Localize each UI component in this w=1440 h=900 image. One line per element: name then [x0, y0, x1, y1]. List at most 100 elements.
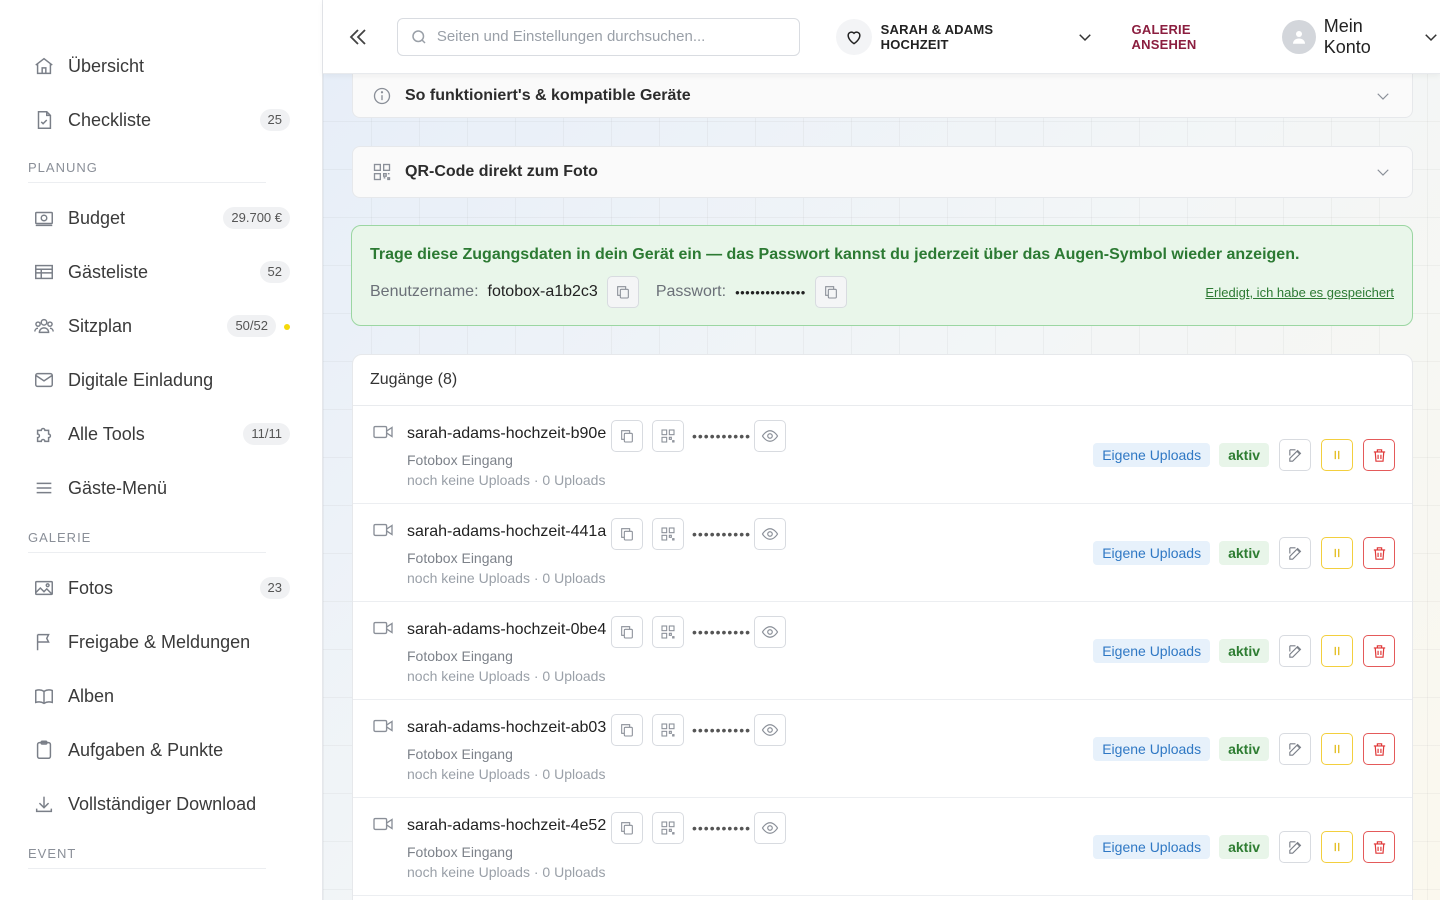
menu-icon — [33, 477, 55, 499]
edit-button[interactable] — [1279, 635, 1311, 667]
edit-button[interactable] — [1279, 831, 1311, 863]
access-uploads: noch keine Uploads · 0 Uploads — [407, 668, 606, 684]
sidebar-item-uebersicht[interactable]: Übersicht — [28, 39, 294, 93]
sidebar-item-checkliste[interactable]: Checkliste 25 — [28, 93, 294, 147]
copy-access-button[interactable] — [611, 714, 643, 746]
flag-icon — [33, 631, 55, 653]
access-location: Fotobox Eingang — [407, 550, 513, 566]
camera-icon — [372, 423, 394, 441]
copy-access-button[interactable] — [611, 616, 643, 648]
uploads-tag: Eigene Uploads — [1093, 541, 1211, 565]
uploads-tag: Eigene Uploads — [1093, 639, 1211, 663]
accordion-qr-code[interactable]: QR-Code direkt zum Foto — [352, 146, 1413, 198]
search-input[interactable] — [436, 28, 799, 45]
search-icon — [410, 28, 428, 46]
topbar: SARAH & ADAMS HOCHZEIT GALERIE ANSEHEN M… — [323, 0, 1440, 74]
password-value: •••••••••••••• — [735, 284, 806, 300]
table-row: sarah-adams-hochzeit-b90e •••••••••• Fot… — [353, 406, 1412, 504]
chevron-down-icon — [1422, 28, 1440, 46]
show-password-button[interactable] — [754, 616, 786, 648]
sidebar-item-aufgaben[interactable]: Aufgaben & Punkte — [28, 723, 294, 777]
qr-code-icon — [661, 625, 675, 639]
sidebar-item-gaeste-menue[interactable]: Gäste-Menü — [28, 461, 294, 515]
pause-button[interactable] — [1321, 831, 1353, 863]
access-location: Fotobox Eingang — [407, 844, 513, 860]
sidebar-item-budget[interactable]: Budget 29.700 € — [28, 191, 294, 245]
delete-button[interactable] — [1363, 439, 1395, 471]
sidebar-item-alle-tools[interactable]: Alle Tools 11/11 — [28, 407, 294, 461]
show-password-button[interactable] — [754, 812, 786, 844]
sidebar-item-label: Checkliste — [68, 109, 152, 130]
collapse-sidebar-icon[interactable] — [345, 24, 371, 50]
sidebar-item-label: Vollständiger Download — [68, 793, 257, 814]
done-saved-link[interactable]: Erledigt, ich habe es gespeichert — [1205, 285, 1394, 300]
sidebar-item-label: Übersicht — [68, 55, 145, 76]
access-name: sarah-adams-hochzeit-b90e — [407, 425, 607, 442]
status-badge: aktiv — [1219, 443, 1269, 467]
view-gallery-link[interactable]: GALERIE ANSEHEN — [1132, 22, 1259, 52]
qr-code-button[interactable] — [652, 812, 684, 844]
show-password-button[interactable] — [754, 714, 786, 746]
sidebar-item-label: Gästeliste — [68, 261, 149, 282]
accordion-title: QR-Code direkt zum Foto — [405, 163, 598, 180]
qr-code-button[interactable] — [652, 518, 684, 550]
sidebar-item-alben[interactable]: Alben — [28, 669, 294, 723]
money-icon — [33, 207, 55, 229]
password-label: Passwort: — [655, 283, 727, 300]
pause-icon — [1334, 548, 1340, 558]
sidebar-item-label: Alle Tools — [68, 423, 145, 444]
delete-button[interactable] — [1363, 831, 1395, 863]
pause-button[interactable] — [1321, 635, 1353, 667]
qr-code-button[interactable] — [652, 714, 684, 746]
delete-button[interactable] — [1363, 635, 1395, 667]
show-password-button[interactable] — [754, 518, 786, 550]
copy-access-button[interactable] — [611, 812, 643, 844]
qr-code-button[interactable] — [652, 616, 684, 648]
count-badge: 23 — [259, 577, 290, 599]
edit-button[interactable] — [1279, 733, 1311, 765]
accordion-title: So funktioniert's & kompatible Geräte — [405, 87, 691, 104]
book-icon — [33, 685, 55, 707]
trash-icon — [1373, 742, 1385, 756]
wedding-selector[interactable]: SARAH & ADAMS HOCHZEIT — [835, 17, 1094, 57]
copy-access-button[interactable] — [611, 518, 643, 550]
image-icon — [33, 577, 55, 599]
sidebar-item-digitale-einladung[interactable]: Digitale Einladung — [28, 353, 294, 407]
account-label: Mein Konto — [1323, 15, 1371, 57]
table-row: sarah-adams-hochzeit-441a •••••••••• Fot… — [353, 504, 1412, 602]
copy-access-button[interactable] — [611, 420, 643, 452]
delete-button[interactable] — [1363, 537, 1395, 569]
main-content: So funktioniert's & kompatible Geräte QR… — [323, 74, 1440, 900]
checklist-icon — [33, 109, 55, 131]
account-menu[interactable]: Mein Konto — [1282, 16, 1440, 58]
copy-password-button[interactable] — [814, 276, 847, 308]
trash-icon — [1373, 840, 1385, 854]
sidebar-item-label: Budget — [68, 207, 126, 228]
edit-button[interactable] — [1279, 537, 1311, 569]
sidebar-item-download[interactable]: Vollständiger Download — [28, 777, 294, 831]
trash-icon — [1373, 644, 1385, 658]
section-title-event: EVENT — [28, 833, 266, 869]
edit-button[interactable] — [1279, 439, 1311, 471]
copy-icon — [621, 822, 633, 835]
sidebar-item-gaesteliste[interactable]: Gästeliste 52 — [28, 245, 294, 299]
count-badge: 50/52 — [227, 315, 276, 337]
qr-code-icon — [371, 161, 393, 183]
search-box[interactable] — [396, 17, 800, 56]
sidebar-item-sitzplan[interactable]: Sitzplan 50/52 — [28, 299, 294, 353]
sidebar-item-label: Freigabe & Meldungen — [68, 631, 251, 652]
sidebar-item-freigabe[interactable]: Freigabe & Meldungen — [28, 615, 294, 669]
pause-button[interactable] — [1321, 537, 1353, 569]
pause-button[interactable] — [1321, 733, 1353, 765]
password-mask: •••••••••• — [692, 526, 752, 542]
qr-code-button[interactable] — [652, 420, 684, 452]
sidebar-item-label: Digitale Einladung — [68, 369, 214, 390]
show-password-button[interactable] — [754, 420, 786, 452]
table-icon — [33, 261, 55, 283]
accordion-how-it-works[interactable]: So funktioniert's & kompatible Geräte — [352, 74, 1413, 118]
copy-username-button[interactable] — [606, 276, 639, 308]
qr-code-icon — [661, 429, 675, 443]
sidebar-item-fotos[interactable]: Fotos 23 — [28, 561, 294, 615]
pause-button[interactable] — [1321, 439, 1353, 471]
delete-button[interactable] — [1363, 733, 1395, 765]
